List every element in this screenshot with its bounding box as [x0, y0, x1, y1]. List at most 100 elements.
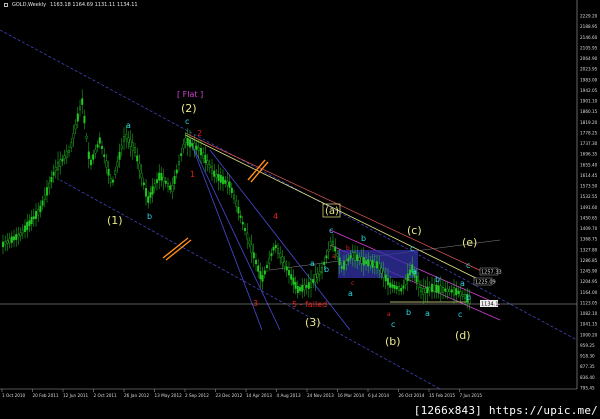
candle-body	[459, 291, 462, 297]
candle-body	[199, 148, 202, 156]
candle-body	[369, 261, 372, 266]
candle-body	[362, 257, 365, 266]
candle-body	[307, 282, 310, 289]
candle-body	[283, 261, 286, 267]
candle-body	[83, 115, 86, 124]
price-tick-label: 1983.00	[580, 77, 598, 82]
time-tick-label: 20 Feb 2011	[33, 393, 59, 398]
candle-body	[61, 158, 64, 162]
time-tick-label: 6 Jul 2014	[368, 393, 389, 398]
price-tick-label: 1655.40	[580, 162, 598, 167]
candle-body	[81, 98, 84, 105]
price-tick-label: 1409.70	[580, 226, 598, 231]
candle-body	[136, 155, 139, 162]
svg-text:b: b	[346, 245, 350, 252]
candle-body	[274, 245, 277, 249]
candle-body	[272, 247, 275, 251]
candle-body	[389, 282, 392, 288]
candle-body	[171, 185, 174, 192]
candle-body	[439, 285, 442, 294]
candle-body	[8, 238, 11, 244]
svg-text:b: b	[147, 212, 152, 221]
candle-body	[268, 257, 271, 264]
svg-text:a: a	[332, 253, 336, 260]
candle-body	[239, 215, 242, 218]
candle-body	[43, 194, 46, 200]
candle-body	[221, 176, 224, 185]
candle-body	[277, 248, 280, 254]
price-tick-label: 2229.20	[580, 14, 598, 19]
candle-body	[327, 248, 330, 252]
svg-text:b: b	[466, 293, 471, 302]
candle-body	[226, 181, 229, 186]
svg-text:4: 4	[273, 212, 278, 221]
price-tick-label: 1819.20	[580, 120, 598, 125]
candle-body	[270, 253, 273, 257]
candle-body	[160, 173, 163, 181]
price-chart[interactable]: 2229.20 2188.95 2146.60 2105.95 2064.90 2023.…	[0, 0, 600, 419]
price-tick-label: 1737.30	[580, 141, 598, 146]
candle-body	[41, 200, 44, 206]
candle-body	[292, 277, 295, 285]
candle-body	[118, 151, 121, 160]
svg-text:a: a	[126, 121, 131, 130]
candle-body	[437, 285, 440, 293]
candle-body	[450, 289, 453, 293]
time-tick-label: 15 Feb 2015	[429, 393, 455, 398]
price-tick-label: 1041.15	[580, 322, 598, 327]
label-wave-b: (b)	[385, 335, 401, 348]
time-tick-label: 26 Oct 2014	[399, 393, 425, 398]
price-tick-label: 918.30	[580, 354, 595, 359]
price-tick-label: 1123.05	[580, 300, 598, 305]
candle-body	[402, 285, 405, 289]
candle-body	[15, 234, 18, 240]
candle-body	[356, 254, 359, 261]
candle-body	[228, 181, 231, 188]
candle-body	[188, 139, 191, 148]
candle-body	[89, 159, 92, 166]
label-wave-a: (a)	[325, 206, 339, 217]
candle-body	[296, 286, 299, 294]
svg-text:a: a	[310, 259, 315, 268]
time-tick-label: 14 Apr 2013	[246, 393, 272, 398]
svg-text:3: 3	[253, 299, 258, 308]
candle-body	[120, 145, 123, 149]
candle-body	[299, 287, 302, 292]
candle-body	[122, 136, 125, 142]
candle-body	[431, 283, 434, 293]
candle-body	[457, 290, 460, 294]
candle-body	[224, 179, 227, 184]
candle-body	[254, 259, 257, 265]
candle-body	[173, 176, 176, 184]
candle-body	[235, 200, 238, 207]
candle-body	[147, 196, 150, 203]
candle-body	[65, 150, 68, 158]
candle-body	[94, 149, 97, 154]
price-tick-label: 1286.85	[580, 258, 598, 263]
candle-body	[213, 170, 216, 177]
candle-body	[321, 267, 324, 273]
candle-body	[138, 163, 141, 171]
svg-text:2: 2	[197, 129, 202, 138]
time-tick-label: 4 Aug 2013	[277, 393, 301, 398]
price-tick-label: 1450.65	[580, 215, 598, 220]
candle-body	[50, 177, 53, 183]
candle-body	[409, 269, 412, 276]
svg-text:c: c	[185, 117, 189, 126]
candle-body	[87, 151, 90, 159]
candle-body	[380, 267, 383, 274]
candle-body	[92, 154, 95, 160]
svg-text:b: b	[361, 234, 366, 243]
candle-body	[305, 285, 308, 288]
candle-body	[6, 240, 9, 244]
candle-body	[48, 182, 51, 189]
candle-body	[175, 169, 178, 174]
candle-body	[202, 152, 205, 159]
candle-body	[237, 207, 240, 214]
time-tick-label: 16 Mar 2014	[338, 393, 365, 398]
label-wave-2: (2)	[181, 102, 197, 115]
candle-body	[312, 279, 315, 283]
label-wave-c: (c)	[407, 224, 422, 237]
price-tick-label: 1696.35	[580, 152, 598, 157]
price-tick-label: 1778.25	[580, 130, 598, 135]
